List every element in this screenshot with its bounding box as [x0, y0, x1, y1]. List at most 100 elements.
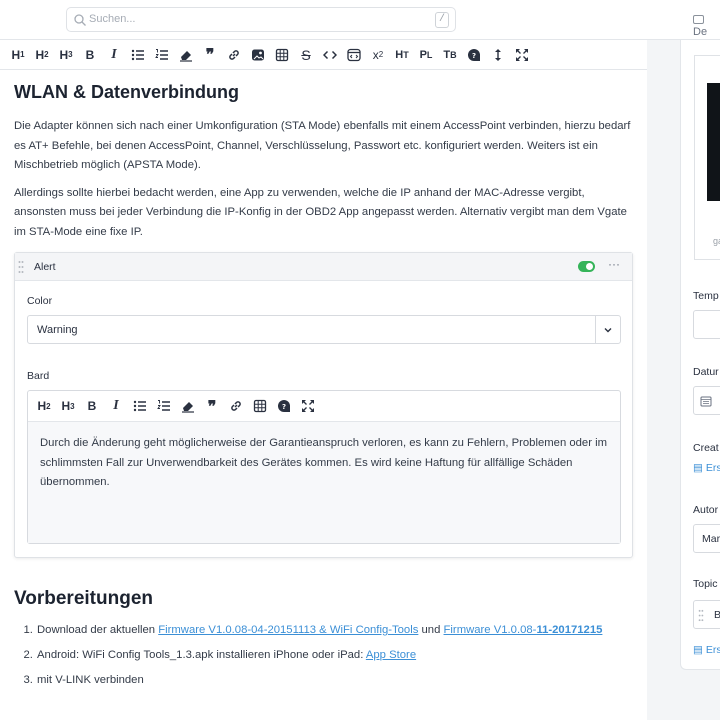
table-button[interactable] [250, 396, 270, 416]
alert-block: Alert ··· Color Warning Bard H2 H3 B I ❞… [14, 252, 633, 558]
color-select[interactable]: Warning [27, 315, 621, 344]
image-preview[interactable]: ga [694, 55, 720, 260]
paragraph: Die Adapter können sich nach einer Umkon… [14, 120, 631, 171]
faq-button[interactable]: ? [464, 45, 484, 65]
tb-button[interactable]: TB [440, 45, 460, 65]
heading2-button[interactable]: H2 [34, 396, 54, 416]
color-select-value: Warning [37, 324, 78, 336]
faq-button[interactable]: ? [274, 396, 294, 416]
editor-area: H1 H2 H3 B I ❞ S x2 HT PL TB ? WLAN & Da… [0, 40, 647, 720]
alert-block-title: Alert [34, 261, 56, 273]
heading-t-button[interactable]: HT [392, 45, 412, 65]
author-label: Autor [693, 504, 719, 516]
bard-text[interactable]: Durch die Änderung geht möglicherweise d… [28, 422, 620, 543]
table-button[interactable] [272, 45, 292, 65]
author-field[interactable]: Mar [693, 524, 720, 553]
strikethrough-button[interactable]: S [296, 45, 316, 65]
select-divider [595, 316, 596, 343]
list-item-text: mit V-LINK verbinden [37, 674, 144, 686]
quote-button[interactable]: ❞ [202, 396, 222, 416]
eraser-icon [180, 50, 192, 62]
eraser-icon [182, 402, 194, 413]
bulleted-list-button[interactable] [128, 45, 148, 65]
create-link-text: Ers [705, 462, 720, 474]
link-icon [229, 49, 239, 60]
bold-button[interactable]: B [82, 396, 102, 416]
eraser-button[interactable] [178, 396, 198, 416]
numbered-list-icon [155, 48, 168, 60]
search-shortcut-key: / [435, 12, 449, 28]
embed-button[interactable] [344, 45, 364, 65]
link-button[interactable] [224, 45, 244, 65]
bulleted-list-button[interactable] [130, 396, 150, 416]
template-label: Temp [693, 290, 719, 302]
list-item-text: Android: WiFi Config Tools_1.3.apk insta… [37, 649, 366, 661]
bard-editor: H2 H3 B I ❞ ? Durch die Änderung geht mö… [27, 390, 621, 544]
code-button[interactable] [320, 45, 340, 65]
superscript-button[interactable]: x2 [368, 45, 388, 65]
section-heading: WLAN & Datenverbindung [14, 82, 239, 102]
italic-button[interactable]: I [104, 45, 124, 65]
panel-icon [693, 15, 704, 24]
create-link[interactable]: ▤ Ers [693, 462, 720, 474]
template-select[interactable] [693, 310, 720, 339]
numbered-list-icon [157, 400, 170, 411]
date-field[interactable] [693, 386, 720, 415]
search-icon [74, 14, 86, 26]
heading3-button[interactable]: H3 [58, 396, 78, 416]
chevron-down-icon [604, 328, 612, 333]
search-input[interactable]: Suchen... / [66, 7, 456, 32]
faq-icon: ? [278, 400, 290, 412]
search-placeholder: Suchen... [89, 13, 136, 25]
heading3-button[interactable]: H3 [56, 45, 76, 65]
code-icon [323, 50, 337, 59]
alert-enabled-toggle[interactable] [578, 261, 595, 272]
section-heading: Vorbereitungen [14, 588, 153, 609]
bold-button[interactable]: B [80, 45, 100, 65]
link-icon [231, 401, 241, 411]
app-store-link[interactable]: App Store [366, 649, 416, 661]
svg-text:?: ? [282, 403, 286, 411]
link-text: Firmware V1.0.08- [443, 624, 537, 636]
heading2-button[interactable]: H2 [32, 45, 52, 65]
eraser-button[interactable] [176, 45, 196, 65]
bulleted-list-icon [133, 400, 146, 412]
fullscreen-button[interactable] [512, 45, 532, 65]
firmware-link[interactable]: Firmware V1.0.08-04-20151113 & WiFi Conf… [158, 624, 418, 636]
heading1-button[interactable]: H1 [8, 45, 28, 65]
right-panel-tab-label: De [693, 26, 708, 38]
author-value: Mar [702, 533, 720, 545]
image-button[interactable] [248, 45, 268, 65]
document-body[interactable]: WLAN & Datenverbindung Die Adapter könne… [0, 70, 647, 720]
topics-field[interactable]: Bl [693, 600, 720, 629]
image-thumbnail [707, 83, 720, 201]
date-label: Datur [693, 366, 719, 378]
bard-field-label: Bard [27, 370, 50, 382]
details-sidebar: ga Temp Datur Creat ▤ Ers Autor Mar Topi… [680, 40, 720, 670]
drag-handle-icon[interactable] [18, 260, 24, 274]
topics-value: Bl [714, 609, 720, 621]
fullscreen-button[interactable] [298, 396, 318, 416]
italic-button[interactable]: I [106, 396, 126, 416]
more-options-button[interactable]: ··· [608, 257, 620, 271]
image-icon [252, 49, 264, 60]
link-button[interactable] [226, 396, 246, 416]
numbered-list-button[interactable] [152, 45, 172, 65]
expand-vertical-icon [495, 48, 501, 61]
document-icon: ▤ [693, 644, 703, 656]
numbered-list-button[interactable] [154, 396, 174, 416]
expand-vertical-button[interactable] [488, 45, 508, 65]
created-label: Creat [693, 442, 719, 454]
editor-toolbar: H1 H2 H3 B I ❞ S x2 HT PL TB ? [0, 40, 647, 70]
table-icon [275, 48, 289, 61]
firmware-link-2[interactable]: Firmware V1.0.08-11-20171215 [444, 624, 603, 636]
pl-button[interactable]: PL [416, 45, 436, 65]
quote-button[interactable]: ❞ [200, 45, 220, 65]
right-panel-tab[interactable]: De [693, 14, 720, 38]
calendar-icon [700, 396, 712, 407]
topics-label: Topic [693, 578, 718, 590]
bulleted-list-icon [131, 49, 144, 60]
embed-icon [347, 48, 361, 61]
create-topic-link-text: Ers [705, 644, 720, 656]
create-topic-link[interactable]: ▤ Ers [693, 644, 720, 656]
